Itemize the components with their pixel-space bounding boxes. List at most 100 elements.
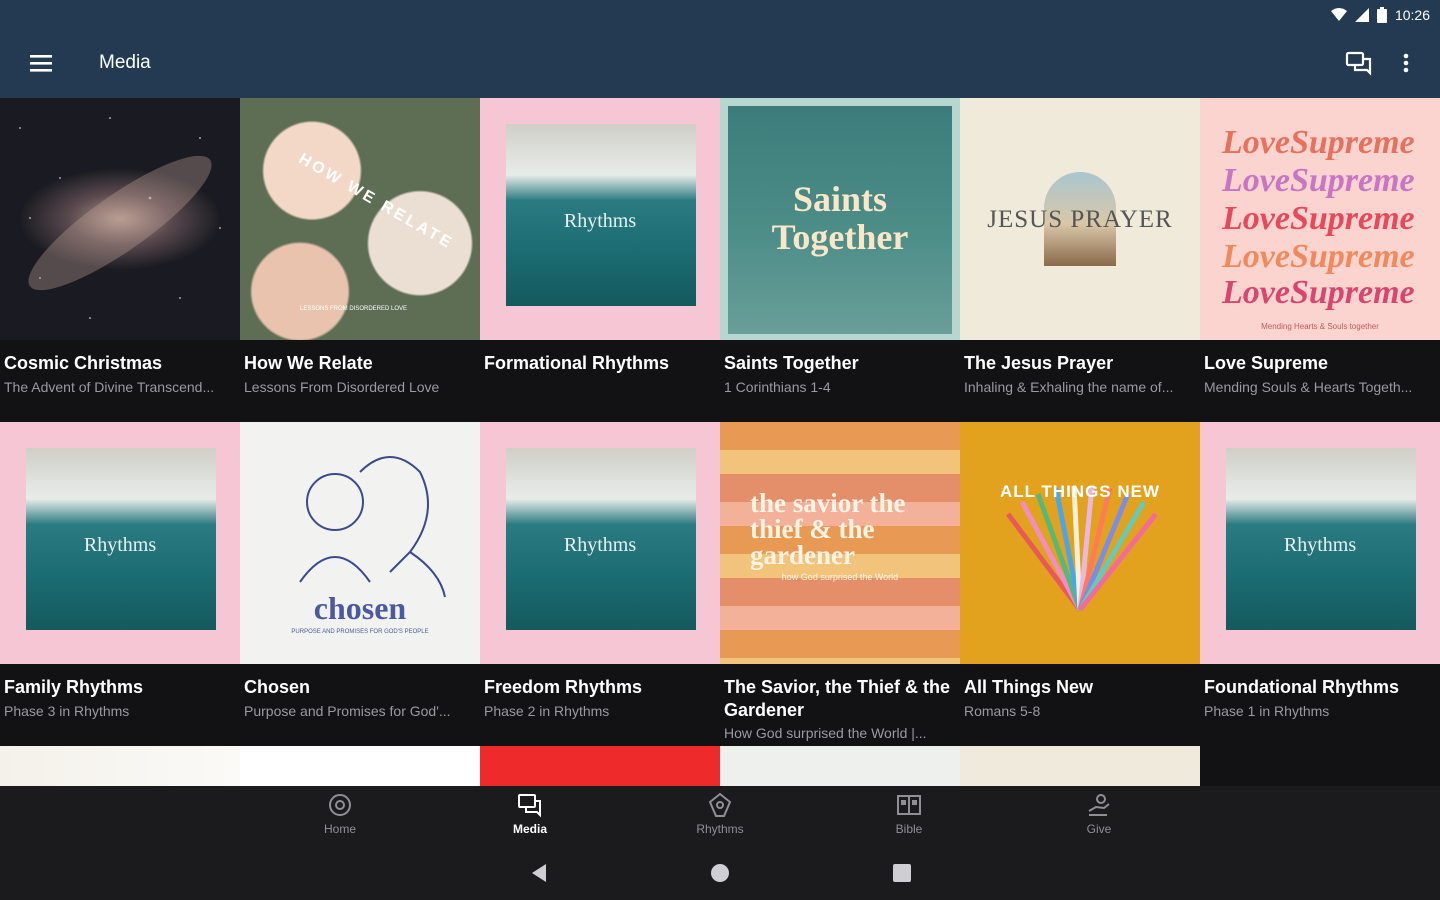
art-text: JESUS PRAYER [987,206,1173,233]
media-card-partial[interactable] [480,746,720,786]
art-text: Rhythms [563,534,637,556]
media-card[interactable]: HOW WE RELATE LESSONS FROM DISORDERED LO… [240,98,480,420]
card-subtitle: Lessons From Disordered Love [244,379,440,395]
media-card-partial[interactable] [0,746,240,786]
card-title: How We Relate [244,353,373,373]
card-title: Freedom Rhythms [484,677,643,697]
bottom-navigation: Home Media Rhythms Bible Give [0,786,1440,846]
card-title: The Jesus Prayer [964,353,1114,373]
status-bar: 10:26 [0,0,1440,30]
media-card-partial[interactable] [720,746,960,786]
signal-icon [1354,8,1369,22]
art-text: Saints Together [771,179,909,257]
art-small-text: Mending Hearts & Souls together [1261,322,1379,331]
status-time: 10:26 [1394,7,1430,23]
card-artwork: HOW WE RELATE LESSONS FROM DISORDERED LO… [240,98,480,340]
nav-label: Bible [895,822,923,836]
rhythms-icon [708,792,732,817]
home-button-icon[interactable] [707,860,733,886]
card-artwork: the savior the thief & the gardener how … [720,422,960,664]
rainbow-fan-art [1006,485,1158,612]
menu-icon[interactable] [28,52,54,74]
card-subtitle: Mending Souls & Hearts Togeth... [1204,379,1413,395]
nav-item-home[interactable]: Home [300,792,380,842]
card-subtitle: The Advent of Divine Transcend... [4,379,215,395]
nav-item-bible[interactable]: Bible [869,792,949,842]
nav-label: Rhythms [696,822,744,836]
recents-icon[interactable] [889,860,915,886]
card-title: Love Supreme [1204,353,1329,373]
nav-label: Give [1086,822,1112,836]
card-artwork: Rhythms [0,422,240,664]
card-title: Formational Rhythms [484,353,670,373]
card-artwork: Rhythms [1200,422,1440,664]
wifi-icon [1330,8,1347,21]
media-grid: Cosmic Christmas The Advent of Divine Tr… [0,98,1440,786]
media-card[interactable]: Rhythms Family Rhythms Phase 3 in Rhythm… [0,422,240,744]
art-small-text: PURPOSE AND PROMISES FOR GOD'S PEOPLE [291,629,429,635]
battery-icon [1376,7,1387,23]
media-card-partial[interactable] [240,746,480,786]
art-text: LoveSupreme [1222,200,1415,237]
card-subtitle: Inhaling & Exhaling the name of... [964,379,1174,395]
media-card[interactable]: Rhythms Freedom Rhythms Phase 2 in Rhyth… [480,422,720,744]
media-card[interactable]: LoveSupreme LoveSupreme LoveSupreme Love… [1200,98,1440,420]
media-icon [518,794,541,818]
card-subtitle: Phase 1 in Rhythms [1204,703,1330,719]
card-artwork: Rhythms [480,422,720,664]
nav-item-media[interactable]: Media [490,792,570,842]
media-card[interactable]: the savior the thief & the gardener how … [720,422,960,768]
media-card-partial[interactable] [960,746,1200,786]
card-title: Chosen [244,677,311,697]
back-icon[interactable] [526,860,552,886]
card-title: All Things New [964,677,1094,697]
system-navigation-bar [0,846,1440,900]
card-artwork: chosen PURPOSE AND PROMISES FOR GOD'S PE… [240,422,480,664]
art-text: Rhythms [1283,534,1357,556]
page-title: Media [99,52,151,73]
home-icon [329,794,351,816]
art-text: LoveSupreme [1222,162,1415,199]
media-card[interactable]: chosen PURPOSE AND PROMISES FOR GOD'S PE… [240,422,480,744]
media-card[interactable]: ALL THINGS NEW All Things New Romans 5-8 [960,422,1200,744]
art-text: the savior the thief & the gardener [750,488,906,570]
media-card[interactable]: Rhythms Foundational Rhythms Phase 1 in … [1200,422,1440,744]
chat-icon[interactable] [1345,50,1373,76]
card-subtitle: Phase 2 in Rhythms [484,703,610,719]
more-options-icon[interactable] [1396,50,1416,76]
art-text: LoveSupreme [1222,238,1415,275]
give-icon [1088,794,1110,816]
card-title: Cosmic Christmas [4,353,163,373]
art-small-text: how God surprised the World [781,572,899,582]
card-subtitle: 1 Corinthians 1-4 [724,379,831,395]
art-small-text: LESSONS FROM DISORDERED LOVE [300,306,408,312]
media-card[interactable]: JESUS PRAYER The Jesus Prayer Inhaling &… [960,98,1200,420]
nav-label: Media [512,822,547,836]
card-subtitle: Purpose and Promises for God'... [244,703,451,719]
art-text: Rhythms [563,210,637,232]
art-text: chosen [313,590,407,626]
card-artwork: LoveSupreme LoveSupreme LoveSupreme Love… [1200,98,1440,340]
art-text: ALL THINGS NEW [999,482,1161,501]
card-title: The Savior, the Thief & the Gardener [724,677,951,720]
card-title: Family Rhythms [4,677,144,697]
media-card[interactable]: Cosmic Christmas The Advent of Divine Tr… [0,98,240,420]
galaxy-art [19,117,221,319]
art-text: Rhythms [83,534,157,556]
card-title: Foundational Rhythms [1204,677,1399,697]
nav-item-rhythms[interactable]: Rhythms [680,792,760,842]
art-text: LoveSupreme [1222,274,1415,311]
art-text: HOW WE RELATE [295,150,457,253]
card-subtitle: Romans 5-8 [964,703,1041,719]
card-artwork: Rhythms [480,98,720,340]
card-artwork: Saints Together [720,98,960,340]
chosen-illustration [299,456,446,598]
bible-icon [897,795,921,815]
card-artwork: ALL THINGS NEW [960,422,1200,664]
nav-item-give[interactable]: Give [1059,792,1139,842]
media-card[interactable]: Saints Together Saints Together 1 Corint… [720,98,960,420]
app-bar: Media [0,30,1440,98]
media-card[interactable]: Rhythms Formational Rhythms [480,98,720,420]
card-subtitle: How God surprised the World |... [724,725,927,741]
card-artwork [0,98,240,340]
